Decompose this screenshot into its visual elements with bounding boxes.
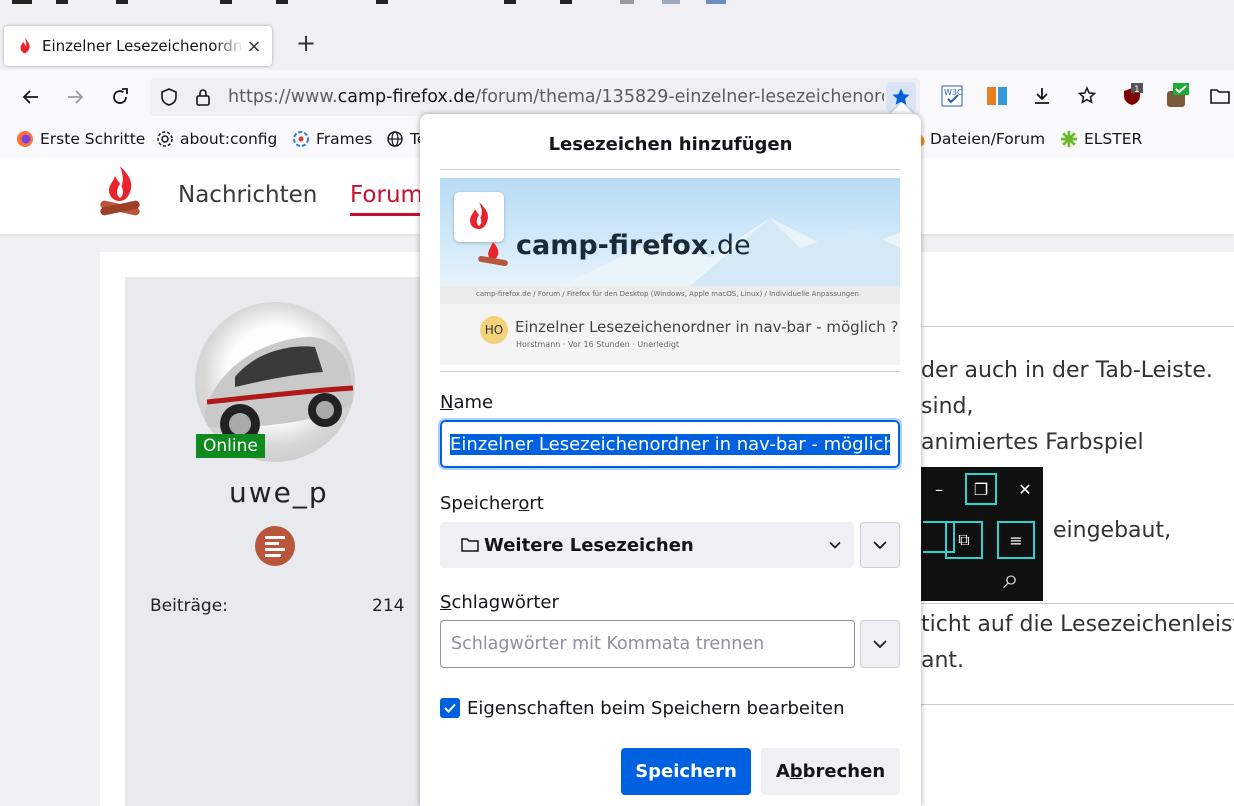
star-outline-icon[interactable] bbox=[1073, 82, 1101, 110]
post-text-line: sind, bbox=[921, 394, 974, 419]
location-select-value: Weitere Lesezeichen bbox=[484, 534, 694, 556]
extension-html-icon[interactable] bbox=[983, 82, 1011, 110]
location-label: Speicherort bbox=[440, 493, 544, 514]
save-button[interactable]: Speichern bbox=[621, 748, 751, 795]
post-text-line: eingebaut, bbox=[1053, 518, 1172, 543]
tab-title: Einzelner Lesezeichenordner in nav-bar -… bbox=[42, 37, 244, 55]
cancel-button[interactable]: Ab brechen bbox=[761, 748, 900, 795]
svg-text:W3C: W3C bbox=[944, 88, 963, 97]
new-tab-button[interactable]: + bbox=[294, 28, 318, 58]
divider bbox=[920, 603, 1234, 604]
panel-title: Lesezeichen hinzufügen bbox=[548, 134, 793, 155]
location-select[interactable]: Weitere Lesezeichen bbox=[440, 522, 854, 568]
tab-active[interactable]: Einzelner Lesezeichenordner in nav-bar -… bbox=[4, 26, 272, 66]
back-button[interactable] bbox=[16, 82, 46, 112]
campfire-favicon-icon bbox=[20, 37, 30, 54]
page-preview: camp-firefox.de camp-firefox.de / Forum … bbox=[440, 178, 900, 365]
posts-count: 214 bbox=[372, 596, 405, 616]
minimize-icon: – bbox=[935, 479, 943, 499]
tags-expand-button[interactable] bbox=[860, 620, 900, 668]
preview-brand: camp-firefox.de bbox=[516, 230, 751, 261]
rank-badge-icon bbox=[255, 526, 295, 566]
username[interactable]: uwe_p bbox=[229, 476, 329, 509]
folder-icon[interactable] bbox=[1206, 82, 1234, 110]
posts-label: Beiträge: bbox=[150, 596, 228, 616]
chevron-down-icon bbox=[873, 541, 887, 550]
campfire-logo-icon[interactable] bbox=[98, 164, 142, 224]
preview-breadcrumb: camp-firefox.de / Forum / Firefox für de… bbox=[440, 286, 900, 304]
post-text-line: ant. bbox=[921, 648, 965, 673]
firefox-logo-icon bbox=[16, 130, 34, 148]
lock-icon[interactable] bbox=[188, 82, 218, 112]
post-text-line: der auch in der Tab-Leiste. bbox=[921, 358, 1213, 383]
post-screenshot: – ❐ ✕ ⧉ ≡ ⌕ bbox=[921, 467, 1043, 601]
bookmark-dateien-forum[interactable]: Dateien/Forum bbox=[918, 130, 1045, 148]
bookmark-elster[interactable]: ELSTER bbox=[1060, 130, 1142, 148]
frames-icon bbox=[292, 130, 310, 148]
forward-button[interactable] bbox=[60, 82, 90, 112]
edit-on-save-label[interactable]: Eigenschaften beim Speichern bearbeiten bbox=[467, 698, 845, 719]
elster-star-icon bbox=[1060, 130, 1078, 148]
reload-button[interactable] bbox=[105, 82, 135, 112]
url-bar[interactable]: https://www.camp-firefox.de/forum/thema/… bbox=[150, 78, 920, 116]
preview-logo-icon bbox=[454, 192, 504, 242]
preview-avatar: HO bbox=[480, 316, 508, 344]
svg-text:1: 1 bbox=[1134, 85, 1140, 95]
w3c-validator-icon[interactable]: W3C bbox=[938, 82, 966, 110]
folder-icon bbox=[461, 538, 479, 552]
bookmark-about-config[interactable]: about:config bbox=[156, 130, 277, 148]
preview-thread-title: Einzelner Lesezeichenordner in nav-bar -… bbox=[515, 318, 899, 336]
tags-input-placeholder: Schlagwörter mit Kommata trennen bbox=[451, 634, 765, 654]
panel-divider bbox=[440, 371, 900, 372]
reload-icon bbox=[113, 88, 128, 104]
close-icon: ✕ bbox=[1018, 479, 1032, 499]
tags-input[interactable]: Schlagwörter mit Kommata trennen bbox=[440, 620, 855, 668]
edit-on-save-checkbox[interactable] bbox=[440, 698, 460, 718]
arrow-right-icon bbox=[68, 90, 84, 104]
bookmark-frames[interactable]: Frames bbox=[292, 130, 372, 148]
tags-label: Schlagwörter bbox=[440, 592, 559, 613]
tracking-shield-icon[interactable] bbox=[154, 82, 184, 112]
preview-thread-meta: Horstmann · Vor 16 Stunden · Unerledigt bbox=[516, 340, 680, 349]
status-badge: Online bbox=[196, 434, 265, 458]
preview-campfire-icon bbox=[478, 242, 508, 267]
globe-icon bbox=[386, 130, 404, 148]
tab-close-icon[interactable]: × bbox=[244, 36, 264, 57]
bookmark-erste-schritte[interactable]: Erste Schritte bbox=[16, 130, 145, 148]
chevron-down-icon bbox=[873, 640, 887, 649]
site-nav-forum[interactable]: Forum bbox=[350, 182, 443, 216]
gear-icon bbox=[156, 130, 174, 148]
chevron-down-icon bbox=[829, 541, 841, 549]
restore-icon: ❐ bbox=[965, 473, 997, 505]
divider bbox=[920, 326, 1234, 327]
magnifier-icon: ⌕ bbox=[1003, 562, 1019, 595]
arrow-left-icon bbox=[22, 90, 38, 104]
site-nav-nachrichten[interactable]: Nachrichten bbox=[178, 182, 317, 208]
name-input[interactable]: Einzelner Lesezeichenordner in nav-bar -… bbox=[438, 418, 902, 470]
name-label: Name bbox=[440, 392, 494, 413]
add-bookmark-panel: Lesezeichen hinzufügen camp-firefox.de c… bbox=[420, 114, 921, 806]
url-text[interactable]: https://www.camp-firefox.de/forum/thema/… bbox=[228, 87, 884, 107]
extension-checked-icon[interactable] bbox=[1163, 82, 1191, 110]
post-text-line: ticht auf die Lesezeichenleist bbox=[921, 612, 1234, 637]
post-text-line: animiertes Farbspiel bbox=[921, 430, 1144, 455]
download-icon[interactable] bbox=[1028, 82, 1056, 110]
panel-divider bbox=[440, 169, 900, 170]
screenshot-search-icon: ⧉ bbox=[945, 521, 983, 559]
menu-icon: ≡ bbox=[997, 521, 1035, 559]
location-expand-button[interactable] bbox=[860, 522, 900, 568]
divider bbox=[920, 704, 1234, 705]
name-input-value: Einzelner Lesezeichenordner in nav-bar -… bbox=[450, 433, 890, 455]
tab-bar: Einzelner Lesezeichenordner in nav-bar -… bbox=[0, 6, 1234, 70]
ublock-shield-icon[interactable]: 1 bbox=[1118, 82, 1146, 110]
checkmark-icon bbox=[444, 703, 456, 713]
